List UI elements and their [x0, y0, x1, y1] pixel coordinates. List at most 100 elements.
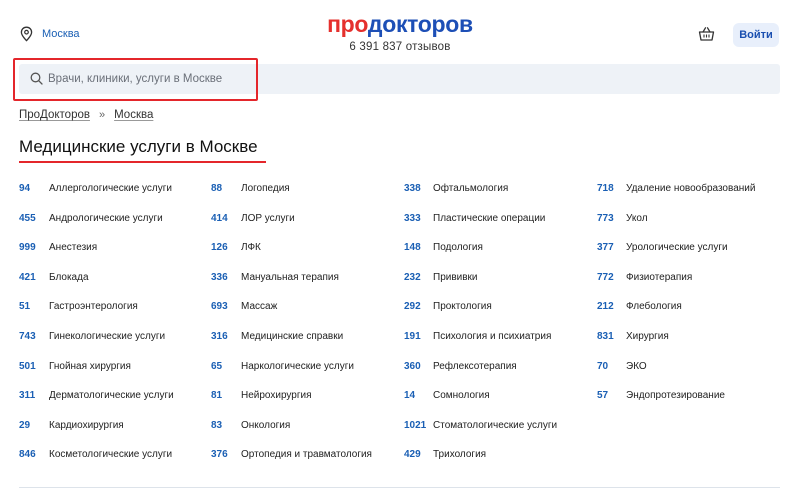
service-item[interactable]: 57 Эндопротезирование	[597, 388, 725, 402]
service-item[interactable]: 501 Гнойная хирургия	[19, 359, 131, 373]
service-item[interactable]: 376 Ортопедия и травматология	[211, 447, 372, 461]
service-item[interactable]: 212 Флебология	[597, 299, 682, 313]
service-item[interactable]: 94 Аллергологические услуги	[19, 181, 172, 195]
service-item[interactable]: 70 ЭКО	[597, 359, 647, 373]
bottom-divider	[19, 487, 780, 488]
service-name[interactable]: Психология и психиатрия	[433, 331, 551, 342]
service-name[interactable]: Эндопротезирование	[626, 390, 725, 401]
service-item[interactable]: 429 Трихология	[404, 447, 486, 461]
service-name[interactable]: Кардиохирургия	[49, 420, 124, 431]
service-item[interactable]: 831 Хирургия	[597, 329, 669, 343]
service-name[interactable]: Онкология	[241, 420, 290, 431]
service-item[interactable]: 1021 Стоматологические услуги	[404, 418, 557, 432]
service-name[interactable]: Физиотерапия	[626, 272, 692, 283]
service-name[interactable]: Нейрохирургия	[241, 390, 312, 401]
service-item[interactable]: 65 Наркологические услуги	[211, 359, 354, 373]
service-count: 232	[404, 271, 421, 283]
service-name[interactable]: Андрологические услуги	[49, 213, 163, 224]
service-name[interactable]: Офтальмология	[433, 183, 508, 194]
service-item[interactable]: 14 Сомнология	[404, 388, 490, 402]
service-item[interactable]: 311 Дерматологические услуги	[19, 388, 174, 402]
service-name[interactable]: Хирургия	[626, 331, 669, 342]
service-item[interactable]: 846 Косметологические услуги	[19, 447, 172, 461]
service-item[interactable]: 772 Физиотерапия	[597, 270, 692, 284]
service-item[interactable]: 360 Рефлексотерапия	[404, 359, 517, 373]
service-item[interactable]: 83 Онкология	[211, 418, 290, 432]
service-name[interactable]: Косметологические услуги	[49, 449, 172, 460]
service-name[interactable]: Урологические услуги	[626, 242, 728, 253]
service-name[interactable]: Гинекологические услуги	[49, 331, 165, 342]
service-name[interactable]: Медицинские справки	[241, 331, 343, 342]
service-count: 57	[597, 389, 609, 401]
service-item[interactable]: 455 Андрологические услуги	[19, 211, 163, 225]
service-item[interactable]: 338 Офтальмология	[404, 181, 508, 195]
service-item[interactable]: 29 Кардиохирургия	[19, 418, 124, 432]
breadcrumb-link-city[interactable]: Москва	[114, 109, 153, 121]
service-count: 292	[404, 300, 421, 312]
basket-button[interactable]	[698, 26, 715, 47]
service-name[interactable]: Анестезия	[49, 242, 97, 253]
service-item[interactable]: 81 Нейрохирургия	[211, 388, 312, 402]
service-count: 336	[211, 271, 228, 283]
service-name[interactable]: Стоматологические услуги	[433, 420, 557, 431]
search-input[interactable]	[48, 68, 248, 90]
service-item[interactable]: 377 Урологические услуги	[597, 240, 728, 254]
reviews-count: 6 391 837 отзывов	[349, 41, 451, 53]
service-item[interactable]: 126 ЛФК	[211, 240, 261, 254]
title-underline	[19, 161, 266, 163]
service-item[interactable]: 333 Пластические операции	[404, 211, 545, 225]
service-name[interactable]: Пластические операции	[433, 213, 545, 224]
service-count: 772	[597, 271, 614, 283]
service-name[interactable]: Наркологические услуги	[241, 361, 354, 372]
service-count: 846	[19, 448, 36, 460]
breadcrumb-link-home[interactable]: ПроДокторов	[19, 109, 90, 121]
service-name[interactable]: Мануальная терапия	[241, 272, 339, 283]
service-name[interactable]: Проктология	[433, 301, 492, 312]
service-count: 191	[404, 330, 421, 342]
service-count: 455	[19, 212, 36, 224]
service-name[interactable]: Дерматологические услуги	[49, 390, 174, 401]
service-item[interactable]: 999 Анестезия	[19, 240, 97, 254]
service-name[interactable]: ЛФК	[241, 242, 261, 253]
service-item[interactable]: 693 Массаж	[211, 299, 277, 313]
service-name[interactable]: ЭКО	[626, 361, 647, 372]
service-name[interactable]: Гастроэнтерология	[49, 301, 138, 312]
site-logo[interactable]: продокторов	[0, 11, 800, 37]
service-name[interactable]: Рефлексотерапия	[433, 361, 517, 372]
service-item[interactable]: 316 Медицинские справки	[211, 329, 343, 343]
service-name[interactable]: Логопедия	[241, 183, 290, 194]
service-name[interactable]: Блокада	[49, 272, 89, 283]
service-item[interactable]: 421 Блокада	[19, 270, 89, 284]
service-item[interactable]: 414 ЛОР услуги	[211, 211, 295, 225]
breadcrumb-separator: »	[98, 109, 106, 121]
service-item[interactable]: 336 Мануальная терапия	[211, 270, 339, 284]
service-item[interactable]: 51 Гастроэнтерология	[19, 299, 138, 313]
service-name[interactable]: Укол	[626, 213, 648, 224]
service-name[interactable]: Массаж	[241, 301, 277, 312]
service-name[interactable]: Сомнология	[433, 390, 490, 401]
service-name[interactable]: Подология	[433, 242, 483, 253]
service-name[interactable]: Ортопедия и травматология	[241, 449, 372, 460]
service-name[interactable]: Гнойная хирургия	[49, 361, 131, 372]
service-count: 65	[211, 360, 223, 372]
service-count: 316	[211, 330, 228, 342]
service-name[interactable]: Трихология	[433, 449, 486, 460]
login-button[interactable]: Войти	[733, 23, 779, 47]
service-item[interactable]: 292 Проктология	[404, 299, 492, 313]
service-name[interactable]: Флебология	[626, 301, 682, 312]
service-name[interactable]: ЛОР услуги	[241, 213, 295, 224]
service-count: 773	[597, 212, 614, 224]
service-item[interactable]: 773 Укол	[597, 211, 648, 225]
service-item[interactable]: 88 Логопедия	[211, 181, 290, 195]
service-name[interactable]: Прививки	[433, 272, 478, 283]
service-name[interactable]: Удаление новообразований	[626, 183, 755, 194]
service-item[interactable]: 232 Прививки	[404, 270, 478, 284]
service-item[interactable]: 718 Удаление новообразований	[597, 181, 755, 195]
service-count: 338	[404, 182, 421, 194]
service-item[interactable]: 191 Психология и психиатрия	[404, 329, 551, 343]
service-count: 743	[19, 330, 36, 342]
service-name[interactable]: Аллергологические услуги	[49, 183, 172, 194]
service-item[interactable]: 148 Подология	[404, 240, 483, 254]
service-count: 376	[211, 448, 228, 460]
service-item[interactable]: 743 Гинекологические услуги	[19, 329, 165, 343]
